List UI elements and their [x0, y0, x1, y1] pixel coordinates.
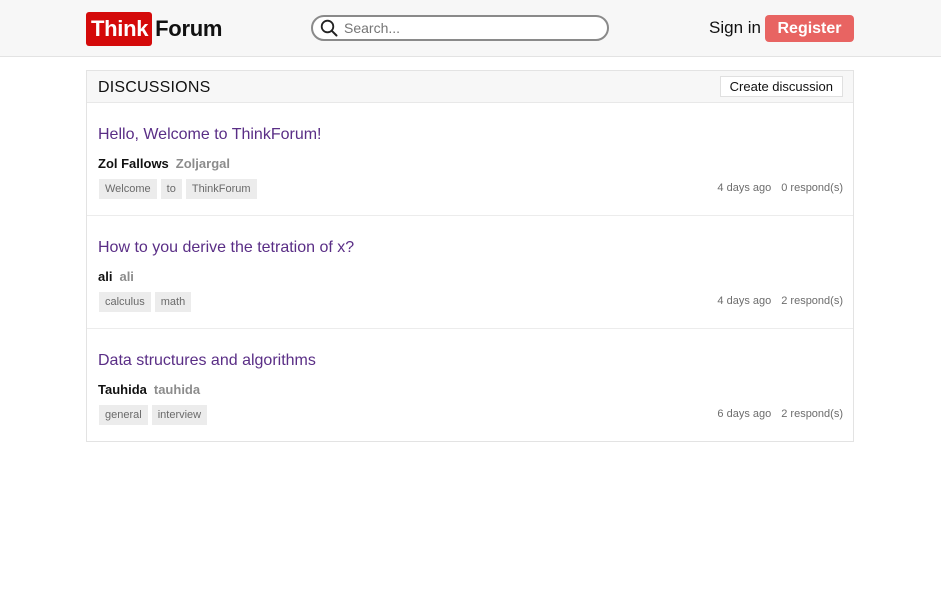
discussion-response-count: 2 respond(s): [781, 408, 843, 420]
discussion-item: Data structures and algorithms Tauhida t…: [87, 329, 853, 442]
discussion-item: How to you derive the tetration of x? al…: [87, 216, 853, 329]
author-username-link[interactable]: ali: [119, 269, 133, 284]
tag-list: general interview: [99, 405, 208, 425]
discussion-title-link[interactable]: Data structures and algorithms: [98, 352, 316, 370]
discussion-time: 4 days ago: [717, 295, 772, 307]
tag[interactable]: math: [154, 292, 192, 312]
discussion-response-count: 2 respond(s): [781, 295, 843, 307]
discussion-title-link[interactable]: Hello, Welcome to ThinkForum!: [98, 126, 321, 144]
discussion-item: Hello, Welcome to ThinkForum! Zol Fallow…: [87, 103, 853, 216]
discussion-meta: 4 days ago 2 respond(s): [717, 295, 843, 307]
discussions-title: DISCUSSIONS: [98, 79, 211, 96]
search-icon: [320, 19, 338, 37]
logo-think-text: Think: [86, 12, 153, 46]
tag-list: Welcome to ThinkForum: [99, 179, 257, 199]
discussion-author: Zol Fallows Zoljargal: [98, 156, 230, 171]
discussions-panel: DISCUSSIONS Create discussion Hello, Wel…: [86, 70, 854, 442]
tag[interactable]: interview: [151, 405, 208, 425]
author-username-link[interactable]: Zoljargal: [176, 156, 230, 171]
search-box[interactable]: [311, 15, 609, 41]
discussion-time: 4 days ago: [717, 182, 772, 194]
logo-forum-text: Forum: [155, 16, 223, 41]
top-nav-bar: Think Forum Sign in Register: [0, 0, 941, 57]
discussions-header: DISCUSSIONS Create discussion: [87, 71, 853, 103]
author-display-name: Tauhida: [98, 382, 147, 397]
author-display-name: Zol Fallows: [98, 156, 169, 171]
author-username-link[interactable]: tauhida: [154, 382, 200, 397]
discussion-author: Tauhida tauhida: [98, 382, 200, 397]
discussion-meta: 4 days ago 0 respond(s): [717, 182, 843, 194]
tag-list: calculus math: [99, 292, 192, 312]
discussion-time: 6 days ago: [717, 408, 772, 420]
author-display-name: ali: [98, 269, 113, 284]
discussion-meta: 6 days ago 2 respond(s): [717, 408, 843, 420]
discussion-title-link[interactable]: How to you derive the tetration of x?: [98, 239, 354, 257]
tag[interactable]: ThinkForum: [185, 179, 257, 199]
tag[interactable]: general: [99, 405, 148, 425]
search-input[interactable]: [344, 20, 584, 36]
discussion-author: ali ali: [98, 269, 134, 284]
tag[interactable]: Welcome: [99, 179, 157, 199]
create-discussion-button[interactable]: Create discussion: [719, 76, 843, 97]
tag[interactable]: calculus: [99, 292, 151, 312]
site-logo[interactable]: Think Forum: [86, 12, 222, 46]
register-button[interactable]: Register: [765, 15, 854, 42]
discussion-response-count: 0 respond(s): [781, 182, 843, 194]
sign-in-link[interactable]: Sign in: [709, 17, 761, 39]
tag[interactable]: to: [160, 179, 182, 199]
